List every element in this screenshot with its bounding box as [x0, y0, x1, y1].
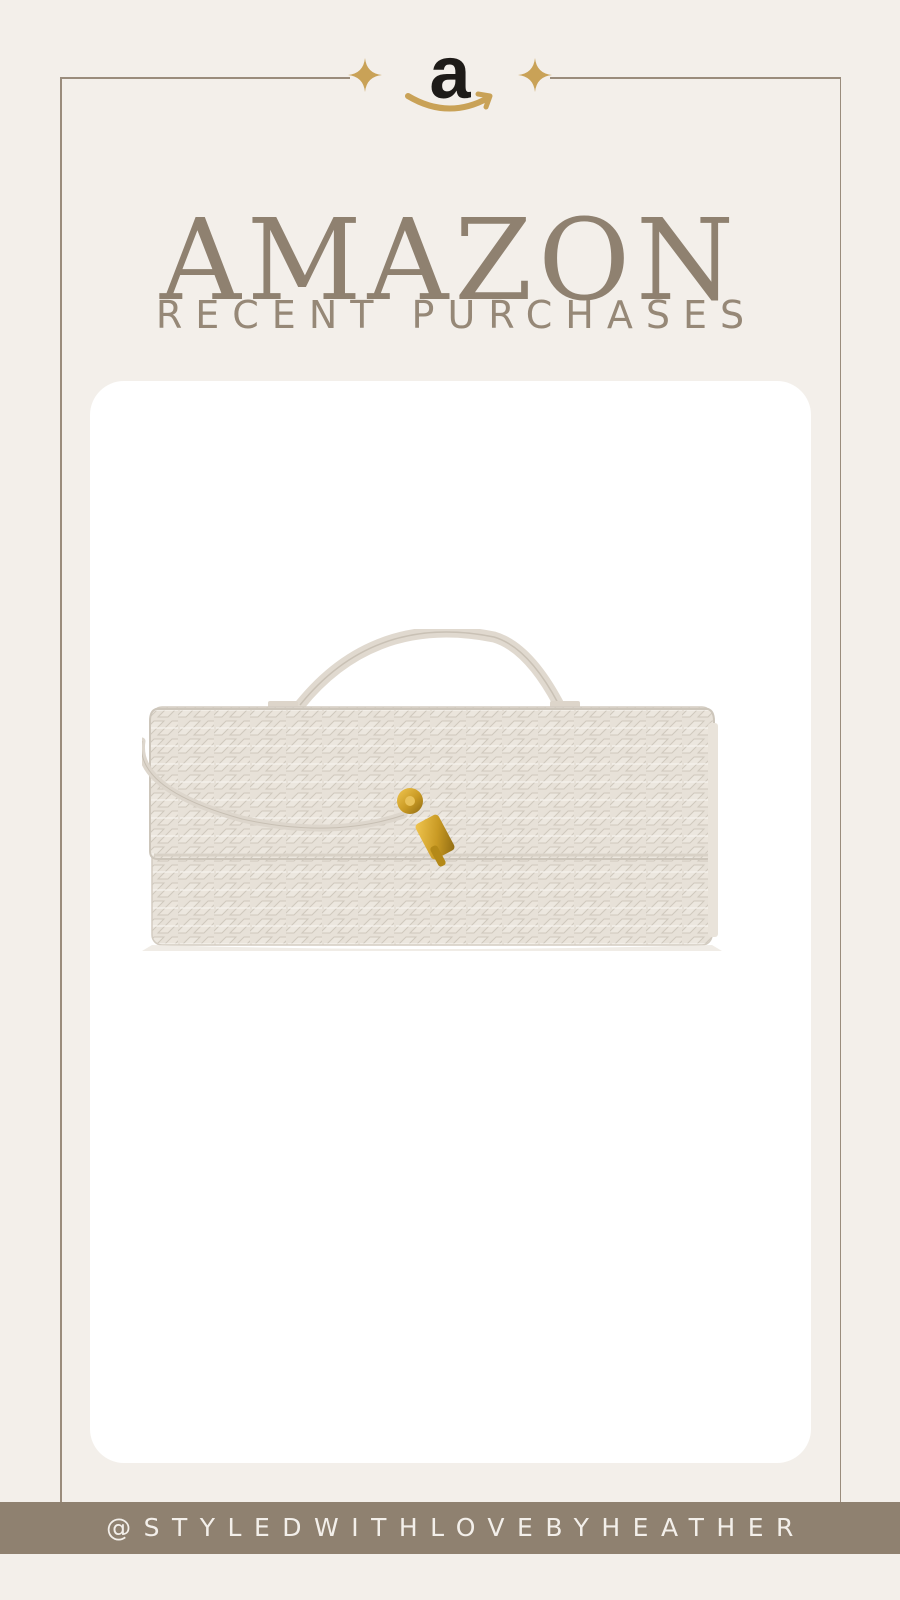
woven-clutch-bag-image [142, 629, 722, 951]
svg-text:a: a [429, 32, 471, 114]
social-handle[interactable]: @STYLEDWITHLOVEBYHEATHER [0, 1502, 900, 1554]
frame-top-right-line [550, 77, 841, 79]
product-card[interactable] [90, 381, 811, 1463]
sparkle-icon-right [518, 58, 552, 92]
amazon-logo-icon: a [390, 31, 510, 122]
frame-top-left-line [60, 77, 350, 79]
page-subtitle: RECENT PURCHASES [155, 293, 758, 337]
footer-bar: @STYLEDWITHLOVEBYHEATHER [0, 1502, 900, 1554]
sparkle-icon-left [348, 58, 382, 92]
